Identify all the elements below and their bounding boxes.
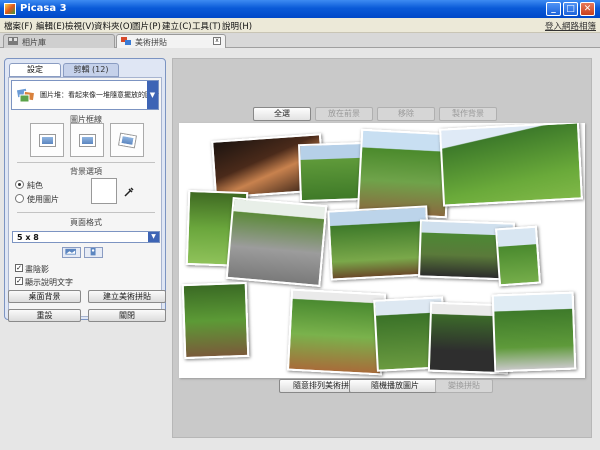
collage-sheet[interactable] <box>179 123 585 378</box>
collage-settings-panel: 設定 剪輯 (12) 圖片堆：看起來像一堆隨意擺放的圖片 ▼ 圖片框線 背景選項… <box>4 58 166 320</box>
library-icon <box>8 37 18 45</box>
menu-edit[interactable]: 編輯(E) <box>36 20 65 32</box>
picasa-app-icon <box>4 3 16 15</box>
layout-dropdown[interactable]: 圖片堆：看起來像一堆隨意擺放的圖片 ▼ <box>11 80 159 110</box>
page-format-value: 5 x 8 <box>17 233 39 242</box>
menu-help[interactable]: 說明(H) <box>222 20 252 32</box>
reset-button[interactable]: 重設 <box>8 309 81 322</box>
window-title: Picasa 3 <box>20 3 67 14</box>
menu-create[interactable]: 建立(C) <box>162 20 192 32</box>
divider <box>17 212 155 213</box>
checkbox-draw-shadow[interactable]: ✓ <box>15 264 23 272</box>
border-style-icon <box>80 135 95 146</box>
picture-pile-icon <box>16 87 36 103</box>
checkbox-show-captions-label: 顯示說明文字 <box>25 278 73 287</box>
tab-library-label: 相片庫 <box>22 38 46 47</box>
collage-photo[interactable] <box>495 225 541 287</box>
tab-settings[interactable]: 設定 <box>9 63 61 77</box>
menu-folder[interactable]: 資料夾(O) <box>94 20 133 32</box>
close-window-button[interactable]: ✕ <box>580 2 595 16</box>
collage-icon <box>121 37 131 45</box>
minimize-button[interactable]: _ <box>546 2 561 16</box>
tab-collage[interactable]: 美術拼貼 x <box>116 34 226 49</box>
collage-photo[interactable] <box>225 197 328 287</box>
change-collage-button[interactable]: 變換拼貼 <box>435 379 493 393</box>
border-style-icon <box>119 133 136 148</box>
radio-use-image-label: 使用圖片 <box>27 195 59 204</box>
menu-view[interactable]: 檢視(V) <box>65 20 94 32</box>
remove-button[interactable]: 移除 <box>377 107 435 121</box>
eyedropper-icon[interactable] <box>123 186 135 198</box>
layout-value: 圖片堆：看起來像一堆隨意擺放的圖片 <box>40 91 159 99</box>
landscape-icon <box>65 248 76 255</box>
background-section-label: 背景選項 <box>70 167 102 176</box>
page-format-label: 頁面格式 <box>70 218 102 227</box>
close-collage-button[interactable]: 關閉 <box>88 309 166 322</box>
tab-library[interactable]: 相片庫 <box>3 34 115 48</box>
radio-solid-color[interactable] <box>15 180 24 189</box>
desktop-background-button[interactable]: 桌面背景 <box>8 290 81 303</box>
collage-photo[interactable] <box>491 291 577 373</box>
menu-picture[interactable]: 圖片(P) <box>132 20 161 32</box>
title-bar: Picasa 3 _ □ ✕ <box>0 0 600 18</box>
create-collage-button[interactable]: 建立美術拼貼 <box>88 290 166 303</box>
shuffle-pictures-button[interactable]: 隨機播放圖片 <box>349 379 441 393</box>
collage-canvas-panel: 全選 放在前景 移除 製作背景 隨意排列美術拼貼 隨機播放圖片 變換拼貼 <box>172 58 592 438</box>
checkbox-show-captions[interactable]: ✓ <box>15 277 23 285</box>
tab-clips[interactable]: 剪輯 (12) <box>63 63 119 77</box>
view-tab-strip: 相片庫 美術拼貼 x <box>0 33 600 49</box>
border-style-2-button[interactable] <box>70 123 104 157</box>
make-background-button[interactable]: 製作背景 <box>439 107 497 121</box>
border-style-icon <box>40 135 55 146</box>
menu-tools[interactable]: 工具(T) <box>192 20 221 32</box>
divider <box>17 162 155 163</box>
maximize-button[interactable]: □ <box>563 2 578 16</box>
portrait-orientation-button[interactable] <box>84 247 103 258</box>
page-format-dropdown[interactable]: 5 x 8 ▼ <box>12 231 160 243</box>
menu-bar: 檔案(F) 編輯(E) 檢視(V) 資料夾(O) 圖片(P) 建立(C) 工具(… <box>0 18 600 33</box>
background-color-swatch[interactable] <box>91 178 117 204</box>
settings-body: 圖片堆：看起來像一堆隨意擺放的圖片 ▼ 圖片框線 背景選項 純色 使用圖片 頁面… <box>8 77 162 317</box>
collage-photo[interactable] <box>356 128 452 219</box>
close-tab-button[interactable]: x <box>213 37 221 45</box>
portrait-icon <box>90 248 96 256</box>
radio-use-image[interactable] <box>15 194 24 203</box>
main-area: 設定 剪輯 (12) 圖片堆：看起來像一堆隨意擺放的圖片 ▼ 圖片框線 背景選項… <box>0 48 600 450</box>
chevron-down-icon: ▼ <box>148 232 159 242</box>
tab-collage-label: 美術拼貼 <box>135 38 167 47</box>
collage-photo[interactable] <box>286 288 387 376</box>
border-style-3-button[interactable] <box>110 123 144 157</box>
border-style-1-button[interactable] <box>30 123 64 157</box>
radio-solid-color-label: 純色 <box>27 181 43 190</box>
chevron-down-icon: ▼ <box>147 81 158 109</box>
menu-file[interactable]: 檔案(F) <box>4 20 33 32</box>
collage-photo[interactable] <box>327 205 431 281</box>
collage-photo[interactable] <box>181 281 250 360</box>
collage-photo[interactable] <box>439 123 583 207</box>
checkbox-draw-shadow-label: 畫陰影 <box>25 265 49 274</box>
select-all-button[interactable]: 全選 <box>253 107 311 121</box>
landscape-orientation-button[interactable] <box>62 247 81 258</box>
bring-to-front-button[interactable]: 放在前景 <box>315 107 373 121</box>
sign-in-web-albums-link[interactable]: 登入網路相簿 <box>545 20 596 32</box>
